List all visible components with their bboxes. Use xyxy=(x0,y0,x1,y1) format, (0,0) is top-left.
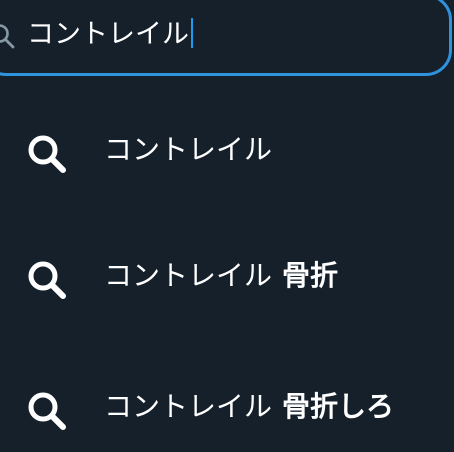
suggestion-typed-text: コントレイル xyxy=(104,390,273,423)
search-bar[interactable]: コントレイル xyxy=(0,0,452,76)
search-input[interactable]: コントレイル xyxy=(27,15,407,55)
suggestion-item[interactable]: コントレイル 骨折しろ xyxy=(0,349,454,452)
suggestion-typed-text: コントレイル xyxy=(104,259,273,292)
search-icon xyxy=(28,261,66,299)
suggestion-label: コントレイル 骨折 xyxy=(104,258,338,294)
suggestion-label: コントレイル 骨折しろ xyxy=(104,389,394,425)
suggestion-item[interactable]: コントレイル 骨折 xyxy=(0,218,454,338)
suggestion-completion-text: 骨折しろ xyxy=(282,390,395,423)
suggestion-item[interactable]: コントレイル xyxy=(0,92,454,212)
search-dropdown: コントレイル コントレイル コントレイル 骨折 コントレイル 骨折しろ xyxy=(0,0,454,452)
suggestion-completion-text: 骨折 xyxy=(282,259,339,292)
suggestion-label: コントレイル xyxy=(104,132,272,168)
search-icon xyxy=(0,24,15,49)
text-caret xyxy=(191,18,193,48)
search-icon xyxy=(28,392,66,430)
search-icon xyxy=(28,135,66,173)
suggestion-typed-text: コントレイル xyxy=(104,133,273,166)
search-input-value: コントレイル xyxy=(27,19,189,50)
